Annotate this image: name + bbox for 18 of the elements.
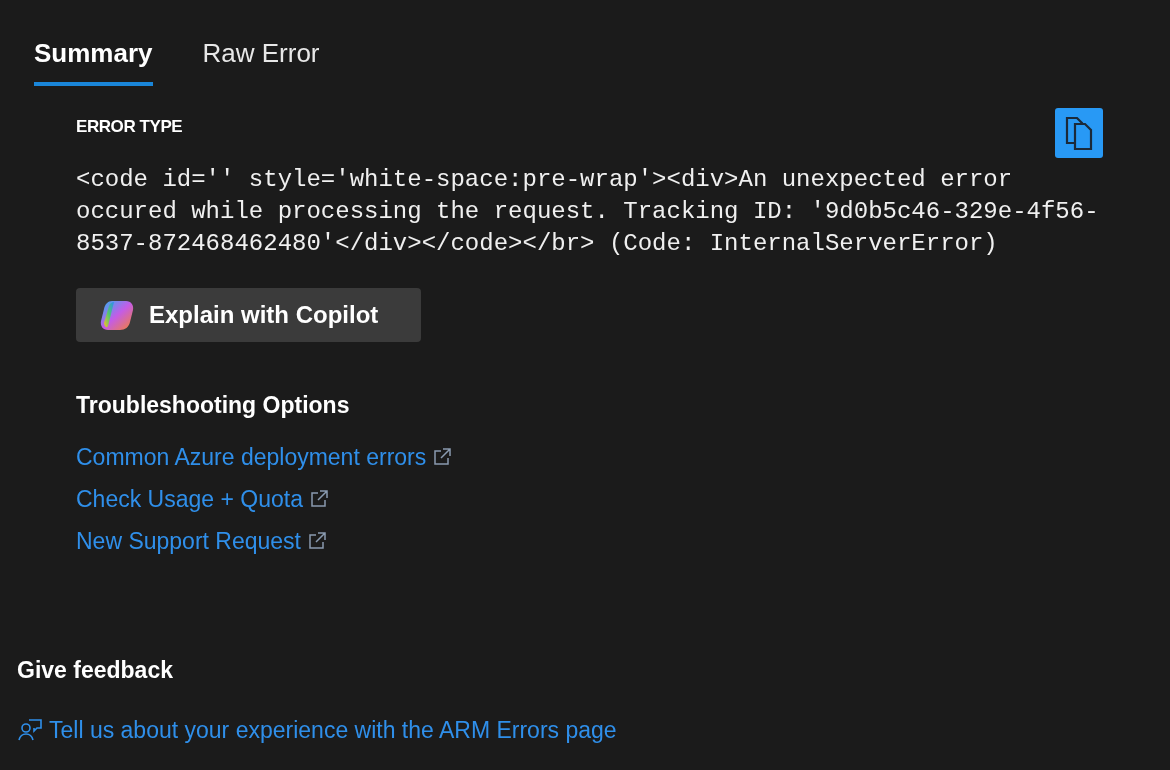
feedback-person-icon — [17, 718, 43, 743]
copy-icon — [1064, 115, 1094, 151]
feedback-link[interactable]: Tell us about your experience with the ARM Errors page — [17, 713, 617, 748]
external-link[interactable]: Check Usage + Quota — [76, 482, 329, 515]
section-heading: Give feedback — [17, 655, 174, 685]
tab[interactable]: Raw Error — [202, 36, 320, 86]
section-heading: Troubleshooting Options — [76, 391, 351, 420]
copilot-logo-icon — [100, 299, 135, 331]
copy-button[interactable] — [1055, 108, 1103, 158]
external-link[interactable]: New Support Request — [76, 524, 327, 557]
error-message: <code id='' style='white-space:pre-wrap'><div>An unexpected error occured while processing the request. Tracking ID: '9d0b5c46-329e-4f56-8537-872468462480'</div></code></br> (Code: InternalServerError) — [76, 165, 1100, 259]
external-link-icon — [432, 446, 453, 467]
tab[interactable]: Summary — [34, 36, 153, 86]
explain-button[interactable]: Explain with Copilot — [76, 288, 421, 342]
external-link-icon — [308, 488, 329, 509]
external-link[interactable]: Common Azure deployment errors — [76, 440, 453, 473]
external-link-icon — [307, 530, 327, 551]
section-label: ERROR TYPE — [76, 116, 183, 138]
